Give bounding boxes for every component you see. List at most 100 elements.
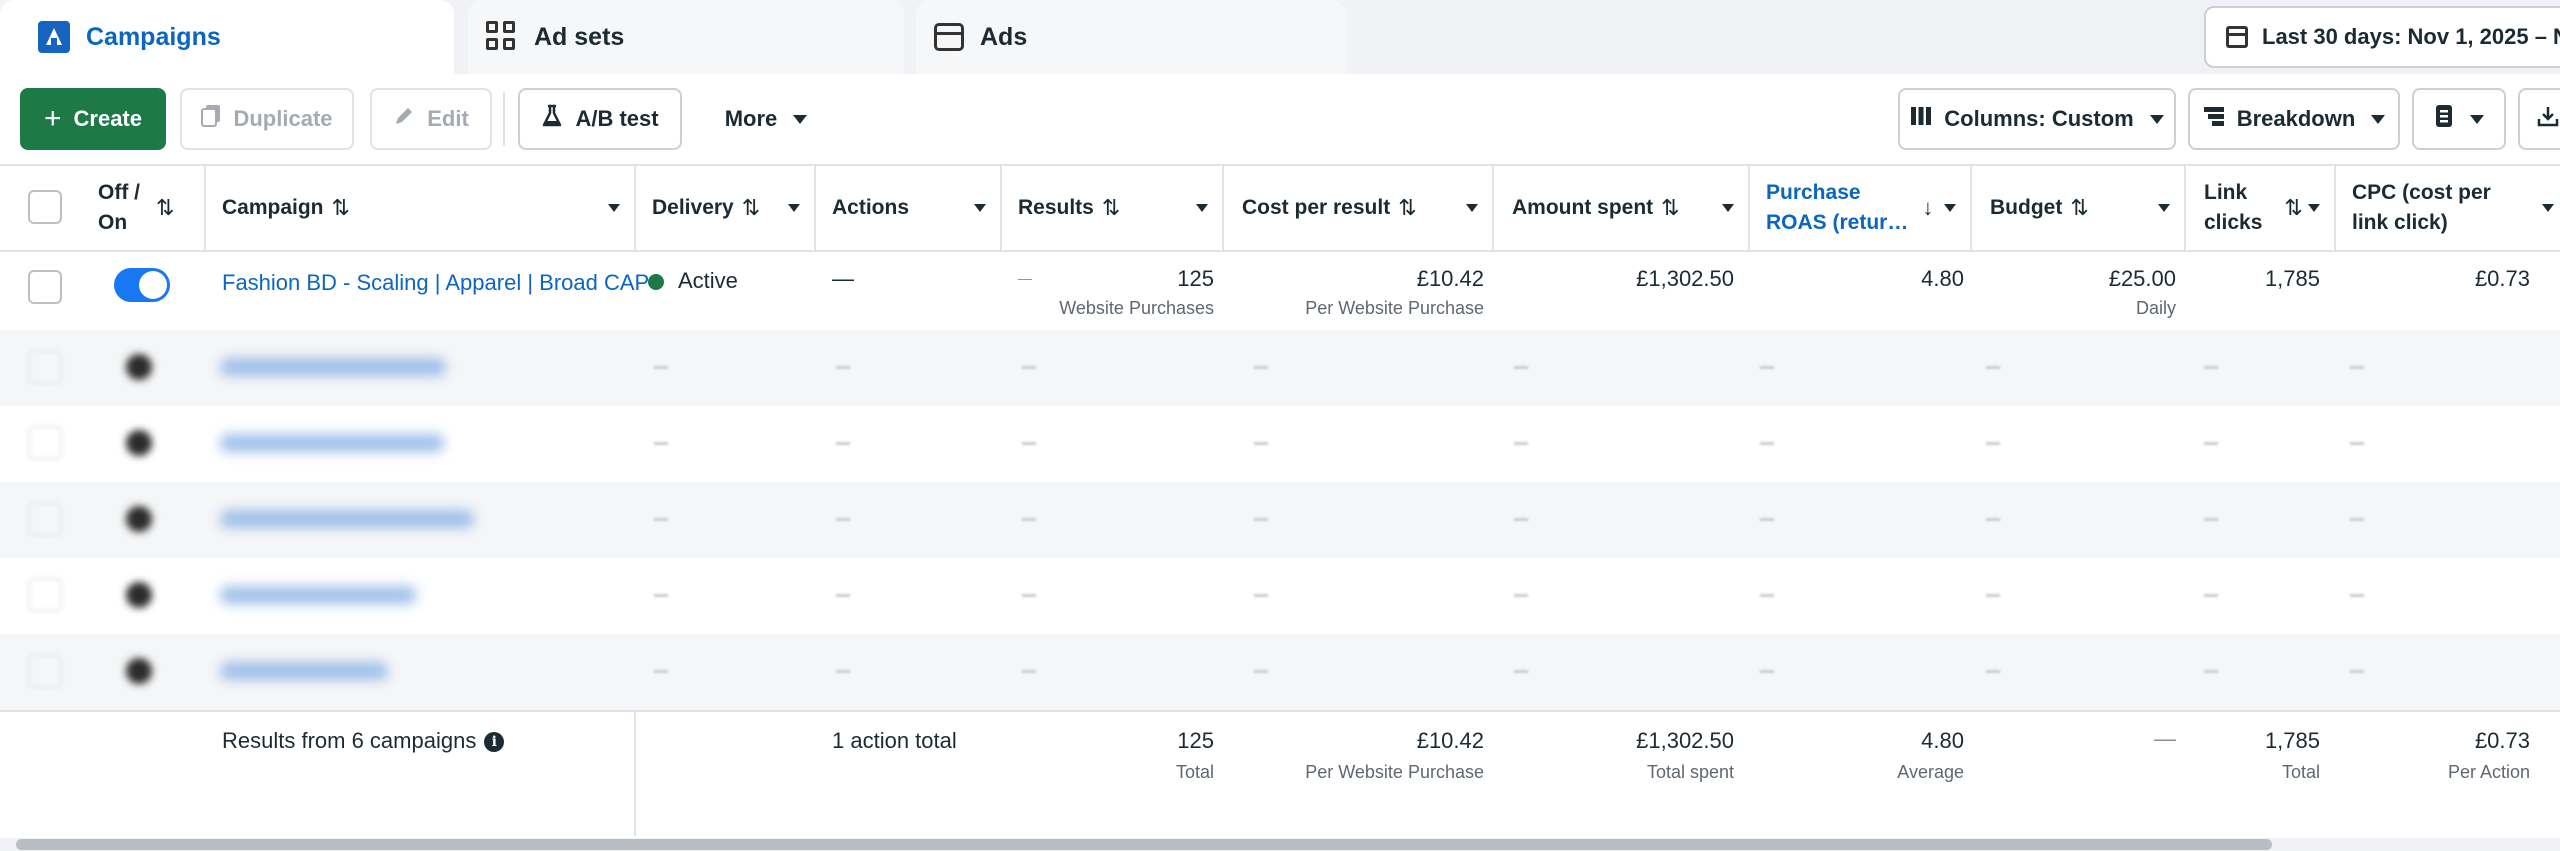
tab-ads[interactable]: Ads	[916, 0, 1346, 74]
chevron-down-icon[interactable]	[1944, 204, 1956, 212]
columns-button[interactable]: Columns: Custom	[1898, 88, 2176, 150]
tab-ad-sets[interactable]: Ad sets	[468, 0, 904, 74]
results-value: 125	[1177, 266, 1214, 291]
duplicate-label: Duplicate	[233, 106, 333, 131]
chevron-down-icon[interactable]	[2308, 204, 2320, 212]
header-cpc-line1: CPC (cost per	[2352, 181, 2491, 204]
sort-descending-icon[interactable]: ↓	[1922, 195, 1933, 221]
select-all-cell	[0, 166, 90, 250]
table-row[interactable]	[0, 406, 2560, 482]
table-row[interactable]	[0, 634, 2560, 710]
totals-link-clicks: 1,785	[2264, 728, 2320, 753]
header-budget[interactable]: Budget ⇅	[1972, 166, 2186, 250]
header-amount-spent[interactable]: Amount spent ⇅	[1494, 166, 1750, 250]
scrollbar-thumb[interactable]	[16, 839, 2272, 850]
breakdown-button[interactable]: Breakdown	[2188, 88, 2400, 150]
status-toggle	[126, 506, 152, 532]
amount-spent-value: £1,302.50	[1636, 266, 1734, 291]
header-results-label: Results	[1018, 196, 1094, 219]
totals-cpc-sub: Per Action	[2447, 762, 2530, 782]
table-row[interactable]	[0, 558, 2560, 634]
sort-icon[interactable]: ⇅	[156, 195, 174, 221]
sort-icon[interactable]: ⇅	[1661, 195, 1679, 221]
cost-per-result-value: £10.42	[1416, 266, 1484, 291]
header-cost-per-result-label: Cost per result	[1242, 196, 1391, 219]
export-button[interactable]	[2518, 88, 2560, 150]
status-toggle	[126, 354, 152, 380]
header-purchase-roas[interactable]: Purchase ROAS (retur… ↓	[1750, 166, 1972, 250]
totals-cpc: £0.73	[2474, 728, 2530, 753]
more-label: More	[724, 106, 778, 131]
chevron-down-icon	[2149, 114, 2164, 124]
campaign-name-link[interactable]: Fashion BD - Scaling | Apparel | Broad C…	[222, 270, 649, 296]
campaigns-icon	[38, 21, 70, 53]
more-button[interactable]: More	[704, 88, 828, 150]
header-cpc[interactable]: CPC (cost per link click)	[2336, 166, 2560, 250]
sort-icon[interactable]: ⇅	[742, 195, 760, 221]
header-off-on[interactable]: Off / On ⇅	[90, 166, 206, 250]
ads-icon	[934, 23, 964, 51]
campaign-name-link	[220, 358, 446, 376]
chevron-down-icon[interactable]	[1466, 204, 1478, 212]
sort-icon[interactable]: ⇅	[2070, 195, 2088, 221]
header-purchase-roas-line1: Purchase	[1766, 181, 1861, 204]
reports-button[interactable]	[2412, 88, 2506, 150]
ab-test-button[interactable]: A/B test	[518, 88, 682, 150]
sort-icon[interactable]: ⇅	[2284, 195, 2302, 221]
select-all-checkbox[interactable]	[28, 190, 62, 224]
chevron-down-icon[interactable]	[974, 204, 986, 212]
ad-sets-icon	[486, 21, 518, 53]
header-bottom-border	[0, 250, 2560, 252]
row-checkbox[interactable]	[28, 270, 62, 304]
toolbar-divider	[503, 92, 505, 146]
edit-label: Edit	[427, 106, 469, 131]
duplicate-button[interactable]: Duplicate	[180, 88, 354, 150]
status-toggle	[126, 430, 152, 456]
info-icon[interactable]: i	[484, 732, 505, 753]
edit-button[interactable]: Edit	[370, 88, 492, 150]
chevron-down-icon[interactable]	[608, 204, 620, 212]
report-icon	[2434, 104, 2454, 134]
chevron-down-icon	[2371, 114, 2386, 124]
breakdown-icon	[2203, 105, 2225, 133]
header-campaign[interactable]: Campaign ⇅	[206, 166, 636, 250]
row-checkbox	[28, 654, 62, 688]
header-actions[interactable]: Actions	[816, 166, 1002, 250]
sort-icon[interactable]: ⇅	[1102, 195, 1120, 221]
chevron-down-icon[interactable]	[1722, 204, 1734, 212]
header-purchase-roas-line2: ROAS (retur…	[1766, 211, 1909, 234]
pencil-icon	[393, 105, 415, 133]
table-row[interactable]	[0, 330, 2560, 406]
totals-budget: —	[2154, 726, 2176, 751]
header-results[interactable]: Results ⇅	[1002, 166, 1224, 250]
header-delivery-label: Delivery	[652, 196, 734, 219]
totals-purchase-roas-sub: Average	[1897, 762, 1964, 782]
header-link-clicks[interactable]: Link clicks ⇅	[2186, 166, 2336, 250]
create-button[interactable]: + Create	[20, 88, 166, 150]
table-row[interactable]	[0, 482, 2560, 558]
totals-results-sub: Total	[1175, 762, 1214, 782]
chevron-down-icon[interactable]	[2542, 204, 2554, 212]
tab-label: Ad sets	[534, 22, 625, 51]
chevron-down-icon[interactable]	[1196, 204, 1208, 212]
status-toggle	[126, 658, 152, 684]
tab-campaigns[interactable]: Campaigns	[0, 0, 454, 74]
row-checkbox	[28, 426, 62, 460]
header-link-clicks-line2: clicks	[2204, 211, 2263, 234]
status-dot-icon	[648, 274, 664, 291]
totals-cost-per-result-sub: Per Website Purchase	[1305, 762, 1484, 782]
plus-icon: +	[43, 102, 62, 135]
chevron-down-icon[interactable]	[788, 204, 800, 212]
duplicate-icon	[201, 104, 221, 134]
campaign-toggle[interactable]	[114, 268, 170, 302]
date-range-picker[interactable]: Last 30 days: Nov 1, 2025 – No	[2204, 6, 2560, 68]
tab-label: Campaigns	[86, 22, 221, 51]
chevron-down-icon[interactable]	[2158, 204, 2170, 212]
totals-top-border	[0, 710, 2560, 712]
header-delivery[interactable]: Delivery ⇅	[636, 166, 816, 250]
sort-icon[interactable]: ⇅	[1398, 195, 1416, 221]
campaign-name-link	[220, 510, 474, 528]
actions-value: —	[832, 266, 854, 291]
sort-icon[interactable]: ⇅	[332, 195, 350, 221]
header-cost-per-result[interactable]: Cost per result ⇅	[1224, 166, 1494, 250]
